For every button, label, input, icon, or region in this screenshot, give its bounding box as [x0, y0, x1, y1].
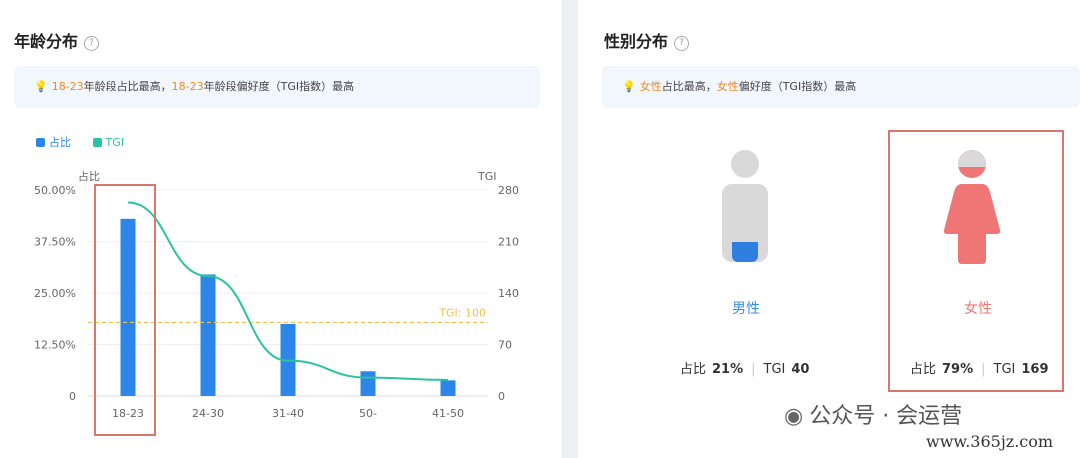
bar-24-30	[200, 274, 216, 396]
male-figure-icon	[722, 150, 768, 262]
y-tick-right: 140	[498, 287, 519, 300]
x-tick-label: 31-40	[272, 407, 304, 420]
male-stats: 占比 21% | TGI 40	[680, 362, 810, 377]
x-tick-label: 50-	[359, 407, 377, 420]
x-tick-label: 41-50	[432, 407, 464, 420]
highlight-box-female	[888, 130, 1064, 392]
y-tick-left: 25.00%	[34, 287, 76, 300]
bar-41-50	[440, 380, 456, 396]
y-tick-right: 0	[498, 390, 505, 403]
tgi-reference-label: TGI: 100	[438, 306, 486, 319]
watermark-wechat: ◉ 公众号 · 会运营	[784, 404, 963, 429]
y-tick-left: 12.50%	[34, 339, 76, 352]
wechat-icon: ◉	[784, 404, 804, 429]
y-tick-left: 50.00%	[34, 184, 76, 197]
y-tick-right: 210	[498, 236, 519, 249]
age-chart: 0 12.50% 25.00% 37.50% 50.00% 0 70 140 210 280 占比 T…	[34, 169, 519, 420]
y-tick-left: 37.50%	[34, 236, 76, 249]
y-tick-left: 0	[69, 390, 76, 403]
bar-50-	[360, 371, 376, 396]
highlight-box-18-23	[94, 184, 156, 436]
male-label: 男性	[732, 301, 760, 317]
age-distribution-panel: 年龄分布? 💡 18-23年龄段占比最高，18-23年龄段偏好度（TGI指数）最高…	[0, 0, 563, 458]
gender-panel-title: 性别分布?	[604, 28, 690, 52]
gender-insight-tip: 💡 女性占比最高，女性偏好度（TGI指数）最高	[602, 66, 1080, 108]
gender-distribution-panel: 性别分布? 💡 女性占比最高，女性偏好度（TGI指数）最高 男性 占比 21% | TG…	[578, 0, 1080, 458]
x-tick-label: 24-30	[192, 407, 224, 420]
y-tick-right: 280	[498, 184, 519, 197]
watermark-url: www.365jz.com	[926, 432, 1054, 451]
lightbulb-icon: 💡	[622, 80, 636, 93]
help-icon[interactable]: ?	[674, 36, 690, 51]
y-axis-label-left: 占比	[78, 169, 100, 183]
y-axis-label-right: TGI	[477, 170, 497, 183]
y-tick-right: 70	[498, 339, 512, 352]
